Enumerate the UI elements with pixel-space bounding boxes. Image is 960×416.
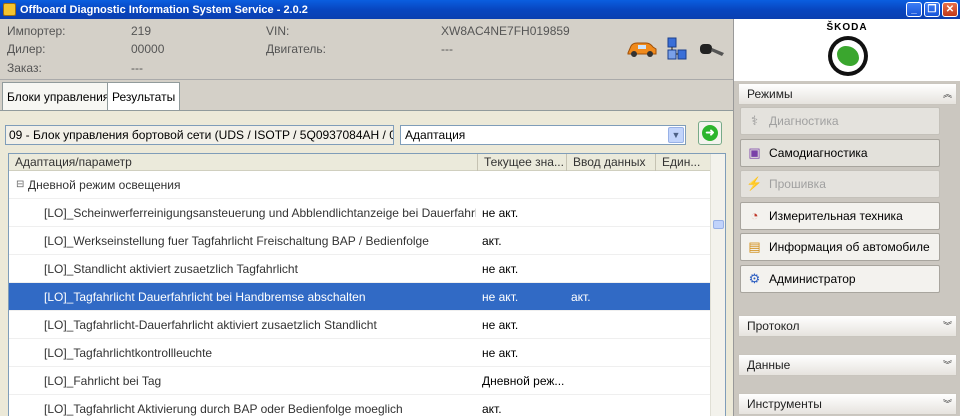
vehicle-info-panel: Импортер: 219 Дилер: 00000 Заказ: --- VI… bbox=[0, 19, 733, 80]
group-row[interactable]: ⊟ Дневной режим освещения bbox=[9, 171, 711, 199]
current-value-cell: не акт. bbox=[482, 262, 519, 276]
gauge-icon: ◔ bbox=[750, 207, 759, 223]
vertical-scrollbar[interactable] bbox=[710, 154, 725, 416]
brand-name: ŠKODA bbox=[826, 22, 868, 33]
current-value-cell: не акт. bbox=[482, 206, 519, 220]
data-header[interactable]: Данные ︾ bbox=[738, 354, 957, 376]
mode-button-label: Диагностика bbox=[769, 114, 839, 128]
tools-header[interactable]: Инструменты ︾ bbox=[738, 393, 957, 415]
input-cell[interactable]: акт. bbox=[571, 283, 591, 311]
vin-label: VIN: bbox=[266, 24, 290, 38]
books-icon: ▤ bbox=[748, 239, 761, 255]
table-row[interactable]: [LO]_Tagfahrlicht-Dauerfahrlicht aktivie… bbox=[9, 311, 711, 339]
expand-chevron-icon[interactable]: ︾ bbox=[943, 355, 952, 375]
mode-button-label: Прошивка bbox=[769, 177, 826, 192]
mode-button[interactable]: ⚡ Прошивка bbox=[740, 170, 940, 199]
restore-button[interactable]: ❐ bbox=[924, 2, 940, 17]
brand-logo-box: ŠKODA bbox=[733, 19, 960, 81]
expand-chevron-icon[interactable]: ︾ bbox=[943, 394, 952, 414]
mode-button-label: Самодиагностика bbox=[769, 145, 868, 160]
mode-button[interactable]: ◔ Измерительная техника bbox=[740, 201, 940, 230]
engine-label: Двигатель: bbox=[266, 42, 326, 56]
network-icon[interactable] bbox=[666, 36, 688, 62]
current-value-cell: не акт. bbox=[482, 290, 519, 304]
column-header-unit[interactable]: Един... bbox=[656, 154, 711, 171]
mode-button-label: Администратор bbox=[769, 272, 856, 286]
main-content: 09 - Блок управления бортовой сети (UDS … bbox=[0, 110, 733, 416]
mode-button[interactable]: ▤ Информация об автомобиле bbox=[740, 233, 940, 262]
order-label: Заказ: bbox=[7, 61, 42, 75]
table-row[interactable]: [LO]_Scheinwerferreinigungsansteuerung u… bbox=[9, 199, 711, 227]
mode-button[interactable]: ⚙ Администратор bbox=[740, 265, 940, 293]
param-cell: [LO]_Fahrlicht bei Tag bbox=[44, 374, 162, 388]
close-button[interactable]: ✕ bbox=[942, 2, 958, 17]
arrow-right-icon: ➜ bbox=[702, 125, 718, 141]
stethoscope-icon: ⚕ bbox=[750, 113, 759, 128]
tab-control-units[interactable]: Блоки управления bbox=[2, 82, 115, 110]
tab-results[interactable]: Результаты bbox=[107, 82, 181, 110]
param-cell: [LO]_Tagfahrlicht Dauerfahrlicht bei Han… bbox=[44, 290, 366, 304]
current-value-cell: не акт. bbox=[482, 318, 519, 332]
vin-value: XW8AC4NE7FH019859 bbox=[441, 24, 570, 38]
go-button[interactable]: ➜ bbox=[698, 121, 722, 145]
window-title: Offboard Diagnostic Information System S… bbox=[20, 3, 308, 16]
adaptation-table: Адаптация/параметр Текущее зна... Ввод д… bbox=[8, 153, 726, 416]
table-row[interactable]: [LO]_Tagfahrlicht Aktivierung durch BAP … bbox=[9, 395, 711, 416]
collapse-chevron-icon[interactable]: ︽ bbox=[943, 84, 952, 104]
table-row[interactable]: [LO]_Werkseinstellung fuer Tagfahrlicht … bbox=[9, 227, 711, 255]
protocol-header[interactable]: Протокол ︾ bbox=[738, 315, 957, 337]
table-row[interactable]: [LO]_Tagfahrlicht Dauerfahrlicht bei Han… bbox=[9, 283, 711, 311]
data-title: Данные bbox=[747, 358, 791, 372]
key-icon[interactable] bbox=[698, 41, 726, 59]
table-row[interactable]: [LO]_Fahrlicht bei Tag Дневной реж... bbox=[9, 367, 711, 395]
param-cell: [LO]_Werkseinstellung fuer Tagfahrlicht … bbox=[44, 234, 429, 248]
dealer-label: Дилер: bbox=[7, 42, 46, 56]
param-cell: [LO]_Scheinwerferreinigungsansteuerung u… bbox=[44, 206, 476, 220]
mode-select-value: Адаптация bbox=[405, 128, 466, 142]
sidebar: Режимы ︽ ⚕ Диагностика ▣ Самодиагностика ⚡ Пр… bbox=[733, 81, 960, 416]
mode-button-label: Информация об автомобиле bbox=[769, 240, 930, 255]
column-header-current-value[interactable]: Текущее зна... bbox=[478, 154, 567, 171]
mode-button-label: Измерительная техника bbox=[769, 208, 903, 223]
current-value-cell: Дневной реж... bbox=[482, 374, 565, 388]
importer-label: Импортер: bbox=[7, 24, 66, 38]
importer-value: 219 bbox=[131, 24, 152, 38]
order-value: --- bbox=[131, 61, 143, 75]
mode-button[interactable]: ▣ Самодиагностика bbox=[740, 138, 940, 167]
column-header-parameter[interactable]: Адаптация/параметр bbox=[9, 154, 478, 171]
table-row[interactable]: [LO]_Tagfahrlichtkontrollleuchte не акт. bbox=[9, 339, 711, 367]
expand-chevron-icon[interactable]: ︾ bbox=[943, 316, 952, 336]
table-header: Адаптация/параметр Текущее зна... Ввод д… bbox=[9, 154, 711, 171]
current-value-cell: акт. bbox=[482, 402, 502, 416]
dealer-value: 00000 bbox=[131, 42, 165, 56]
protocol-title: Протокол bbox=[747, 319, 800, 333]
modes-header[interactable]: Режимы ︽ bbox=[738, 83, 957, 105]
engine-value: --- bbox=[441, 42, 453, 56]
self-diagnosis-icon: ▣ bbox=[748, 144, 761, 160]
flash-icon: ⚡ bbox=[746, 176, 763, 192]
param-cell: [LO]_Tagfahrlicht-Dauerfahrlicht aktivie… bbox=[44, 318, 377, 332]
car-icon[interactable] bbox=[626, 39, 658, 59]
tools-title: Инструменты bbox=[747, 397, 822, 411]
current-value-cell: не акт. bbox=[482, 346, 519, 360]
column-header-input[interactable]: Ввод данных bbox=[567, 154, 656, 171]
scrollbar-thumb[interactable] bbox=[713, 220, 724, 229]
chevron-down-icon[interactable]: ▼ bbox=[668, 127, 684, 143]
mode-button[interactable]: ⚕ Диагностика bbox=[740, 107, 940, 135]
control-unit-field: 09 - Блок управления бортовой сети (UDS … bbox=[5, 125, 394, 145]
param-cell: [LO]_Tagfahrlichtkontrollleuchte bbox=[44, 346, 213, 360]
modes-title: Режимы bbox=[747, 87, 793, 101]
collapse-icon[interactable]: ⊟ bbox=[16, 171, 24, 199]
title-bar: Offboard Diagnostic Information System S… bbox=[0, 0, 960, 19]
mode-select[interactable]: Адаптация ▼ bbox=[400, 125, 686, 145]
current-value-cell: акт. bbox=[482, 234, 502, 248]
app-icon bbox=[3, 3, 16, 16]
table-row[interactable]: [LO]_Standlicht aktiviert zusaetzlich Ta… bbox=[9, 255, 711, 283]
group-label: Дневной режим освещения bbox=[28, 178, 181, 192]
param-cell: [LO]_Tagfahrlicht Aktivierung durch BAP … bbox=[44, 402, 403, 416]
gear-icon: ⚙ bbox=[748, 271, 761, 286]
skoda-logo-icon bbox=[828, 36, 868, 76]
param-cell: [LO]_Standlicht aktiviert zusaetzlich Ta… bbox=[44, 262, 298, 276]
minimize-button[interactable]: _ bbox=[906, 2, 922, 17]
